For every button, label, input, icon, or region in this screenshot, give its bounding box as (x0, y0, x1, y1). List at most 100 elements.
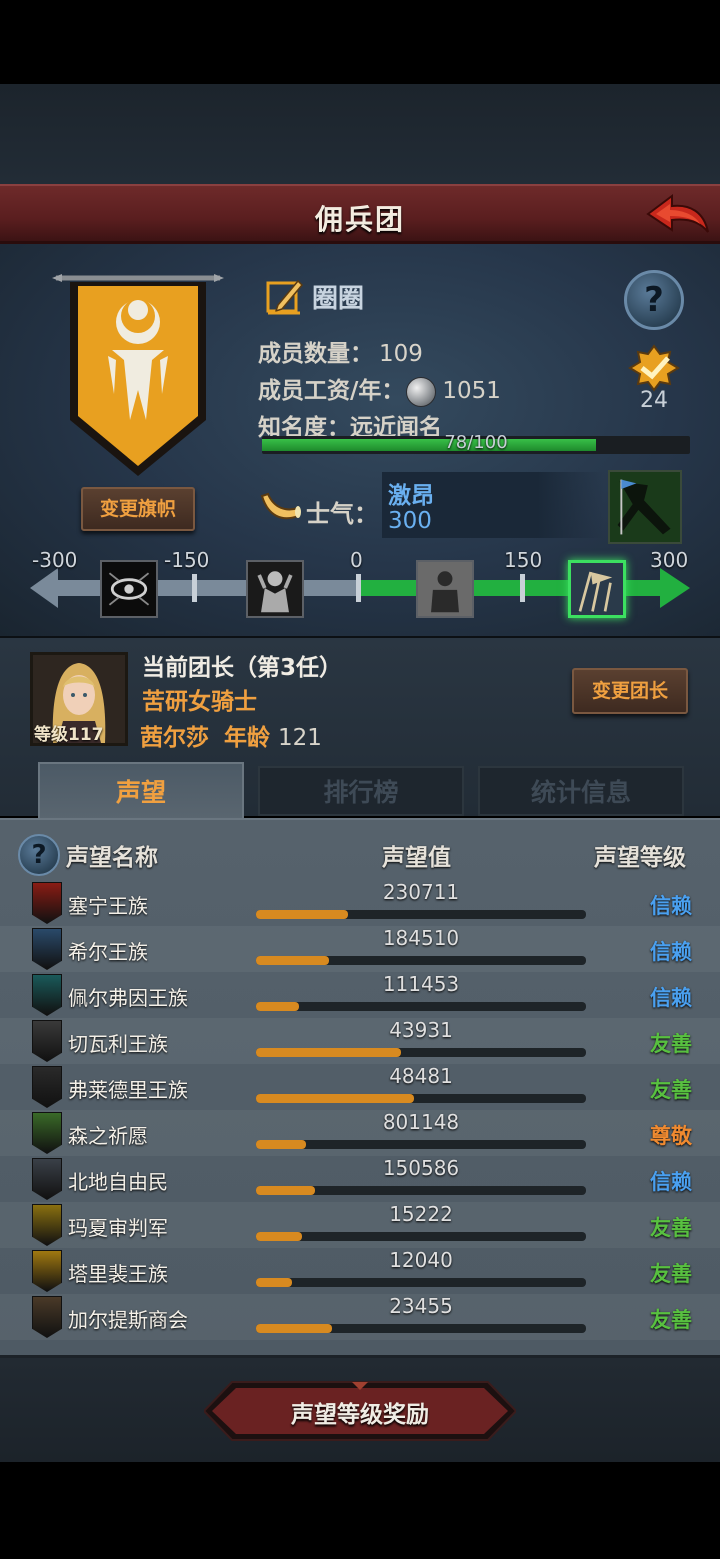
faction-reputation-value: 43931 (389, 1018, 453, 1042)
tab-leaderboard[interactable]: 排行榜 (258, 766, 464, 816)
faction-emblem-icon (32, 1204, 62, 1246)
faction-name: 森之祈愿 (68, 1124, 148, 1148)
reputation-row[interactable]: 弗莱德里王族 48481 友善 (0, 1064, 720, 1110)
faction-name: 佩尔弗因王族 (68, 986, 188, 1010)
header-reputation-value: 声望值 (382, 845, 451, 871)
reputation-help-button[interactable]: ? (18, 834, 60, 876)
navigation-bar-area (0, 1462, 720, 1559)
morale-label: 士气： (306, 500, 378, 528)
faction-reputation-level: 友善 (650, 1032, 692, 1056)
faction-emblem-icon (32, 974, 62, 1016)
faction-reputation-fill (256, 1002, 299, 1011)
faction-reputation-fill (256, 1278, 293, 1287)
faction-reputation-bar (256, 1232, 586, 1241)
faction-reputation-level: 信赖 (650, 986, 692, 1010)
calm-figure-icon (416, 560, 474, 618)
leader-title: 当前团长（第3任） (142, 655, 343, 681)
rallying-flag-icon (608, 470, 682, 544)
leader-age: 年龄 121 (224, 718, 322, 752)
faction-reputation-level: 友善 (650, 1078, 692, 1102)
faction-reputation-level: 信赖 (650, 940, 692, 964)
title-bar: 佣兵团 (0, 184, 720, 244)
leader-age-label: 年龄 (224, 725, 270, 751)
header-reputation-level: 声望等级 (594, 845, 686, 871)
guild-banner-icon[interactable] (52, 270, 224, 482)
morale-scale: -300 -150 0 150 300 (30, 548, 690, 628)
morale-status: 激昂 (388, 483, 434, 509)
faction-reputation-value: 184510 (382, 926, 460, 950)
faction-emblem-icon (32, 882, 62, 924)
change-banner-button[interactable]: 变更旗帜 (81, 487, 195, 531)
faction-reputation-bar (256, 1002, 586, 1011)
reputation-row[interactable]: 加尔提斯商会 23455 友善 (0, 1294, 720, 1340)
wage-value: 1051 (442, 378, 501, 404)
rank-badge-value: 24 (640, 388, 668, 413)
faction-emblem-icon (32, 1066, 62, 1108)
faction-emblem-icon (32, 1296, 62, 1338)
rank-badge-icon (628, 344, 680, 392)
faction-name: 切瓦利王族 (68, 1032, 168, 1056)
scale-tick-label: 0 (350, 548, 363, 572)
morale-value: 300 (388, 508, 432, 534)
faction-name: 玛夏审判军 (68, 1216, 168, 1240)
reputation-reward-button[interactable]: 声望等级奖励 (204, 1380, 516, 1442)
reputation-row[interactable]: 佩尔弗因王族 111453 信赖 (0, 972, 720, 1018)
faction-reputation-bar (256, 1048, 586, 1057)
reputation-row[interactable]: 玛夏审判军 15222 友善 (0, 1202, 720, 1248)
faction-reputation-fill (256, 910, 349, 919)
faction-reputation-value: 15222 (389, 1202, 453, 1226)
wage-label: 成员工资/年： (258, 378, 405, 404)
members-value: 109 (379, 341, 423, 367)
faction-reputation-fill (256, 1186, 316, 1195)
high-morale-flags-icon (568, 560, 626, 618)
despair-eye-icon (100, 560, 158, 618)
leader-age-value: 121 (278, 725, 322, 751)
fame-progress-text: 78/100 (444, 432, 508, 453)
faction-reputation-level: 友善 (650, 1308, 692, 1332)
leader-name: 茜尔莎 (140, 725, 209, 751)
faction-reputation-bar (256, 1094, 586, 1103)
reputation-row[interactable]: 塔里裴王族 12040 友善 (0, 1248, 720, 1294)
faction-reputation-level: 尊敬 (650, 1124, 692, 1148)
faction-reputation-fill (256, 1094, 415, 1103)
reputation-row[interactable]: 希尔王族 184510 信赖 (0, 926, 720, 972)
scale-tick-label: 150 (504, 548, 543, 572)
faction-reputation-value: 111453 (382, 972, 460, 996)
faction-reputation-bar (256, 1324, 586, 1333)
faction-reputation-bar (256, 956, 586, 965)
faction-reputation-level: 友善 (650, 1262, 692, 1286)
faction-reputation-fill (256, 1324, 332, 1333)
page-title: 佣兵团 (314, 203, 405, 236)
faction-reputation-bar (256, 1140, 586, 1149)
faction-reputation-value: 150586 (382, 1156, 460, 1180)
faction-reputation-value: 48481 (389, 1064, 453, 1088)
edit-name-icon[interactable] (264, 275, 306, 317)
tab-statistics[interactable]: 统计信息 (478, 766, 684, 816)
faction-emblem-icon (32, 1112, 62, 1154)
help-button[interactable]: ? (624, 270, 684, 330)
reputation-row[interactable]: 森之祈愿 801148 尊敬 (0, 1110, 720, 1156)
faction-reputation-fill (256, 1232, 303, 1241)
faction-reputation-bar (256, 1186, 586, 1195)
faction-reputation-value: 230711 (382, 880, 460, 904)
back-arrow-icon[interactable] (644, 190, 712, 242)
faction-reputation-fill (256, 1048, 402, 1057)
rank-badge[interactable]: 24 (622, 344, 686, 416)
faction-reputation-fill (256, 956, 329, 965)
leader-class: 苦研女骑士 (142, 689, 257, 715)
reputation-row[interactable]: 切瓦利王族 43931 友善 (0, 1018, 720, 1064)
faction-name: 塔里裴王族 (68, 1262, 168, 1286)
reputation-row[interactable]: 北地自由民 150586 信赖 (0, 1156, 720, 1202)
faction-emblem-icon (32, 928, 62, 970)
faction-emblem-icon (32, 1250, 62, 1292)
reputation-row[interactable]: 塞宁王族 230711 信赖 (0, 880, 720, 926)
faction-reputation-fill (256, 1140, 306, 1149)
members-label: 成员数量： (258, 341, 373, 367)
scale-tick-label: -150 (164, 548, 210, 572)
tab-reputation[interactable]: 声望 (38, 762, 244, 820)
faction-reputation-bar (256, 910, 586, 919)
silver-coin-icon (406, 376, 437, 407)
change-leader-button[interactable]: 变更团长 (572, 668, 688, 714)
status-bar-area (0, 0, 720, 84)
faction-name: 北地自由民 (68, 1170, 168, 1194)
